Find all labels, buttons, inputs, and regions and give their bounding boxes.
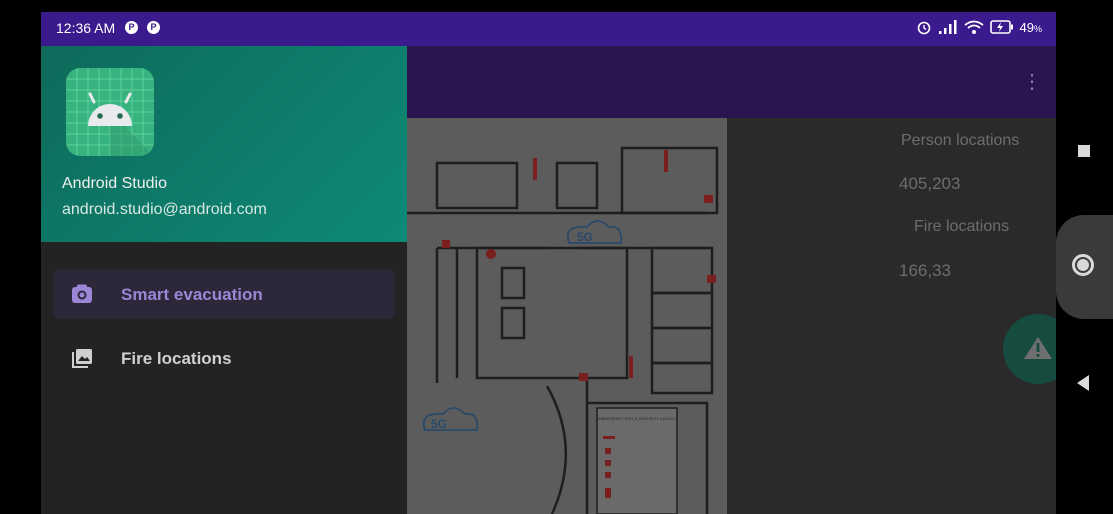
battery-charging-icon — [989, 20, 1013, 34]
back-button[interactable] — [1077, 375, 1089, 391]
alarm-icon — [917, 21, 930, 35]
fire-locations-value: 166,33 — [899, 261, 951, 280]
person-locations-label: Person locations — [901, 132, 1020, 149]
account-email: android.studio@android.com — [62, 201, 267, 218]
warning-icon — [1024, 337, 1052, 359]
recents-button[interactable] — [1078, 145, 1090, 157]
notification-app-icon: P — [147, 21, 160, 34]
drawer-header: Android Studio android.studio@android.co… — [41, 46, 407, 242]
android-app-logo — [66, 68, 154, 156]
notification-app-icon: P — [125, 21, 138, 34]
wifi-icon — [963, 20, 984, 34]
signal-icon — [938, 20, 957, 34]
nav-item-label: Smart evacuation — [121, 285, 263, 304]
status-time: 12:36 AM — [56, 20, 116, 36]
navigation-drawer: Android Studio android.studio@android.co… — [41, 46, 407, 514]
floor-plan-map: 5G 5G EMERGENCY EXIT & SECURITY LAYOUT — [407, 118, 727, 514]
account-name: Android Studio — [62, 175, 167, 192]
gallery-icon — [72, 349, 92, 368]
home-button[interactable] — [1072, 254, 1094, 276]
network-label: 5G — [431, 417, 447, 431]
fire-alert-button[interactable] — [1003, 314, 1056, 384]
person-locations-value: 405,203 — [899, 174, 961, 193]
nav-item-fire-locations[interactable]: Fire locations — [53, 333, 395, 383]
fire-locations-label: Fire locations — [914, 218, 1010, 235]
locations-panel: Person locations 405,203 Fire locations … — [727, 118, 1056, 514]
nav-item-label: Fire locations — [121, 349, 232, 368]
app-screen: 12:36 AM P P 49% ⋮ 5G 5G EMERGENCY EXIT … — [41, 12, 1056, 514]
nav-item-smart-evacuation[interactable]: Smart evacuation — [53, 269, 395, 319]
status-indicators: 49% — [916, 19, 1042, 35]
floorplan-legend-title: EMERGENCY EXIT & SECURITY LAYOUT — [598, 416, 676, 421]
battery-level: 49% — [1019, 19, 1042, 35]
overflow-menu-icon[interactable]: ⋮ — [1022, 72, 1042, 92]
network-label: 5G — [577, 230, 593, 244]
status-bar: 12:36 AM P P 49% — [41, 12, 1056, 46]
camera-icon — [72, 284, 92, 303]
